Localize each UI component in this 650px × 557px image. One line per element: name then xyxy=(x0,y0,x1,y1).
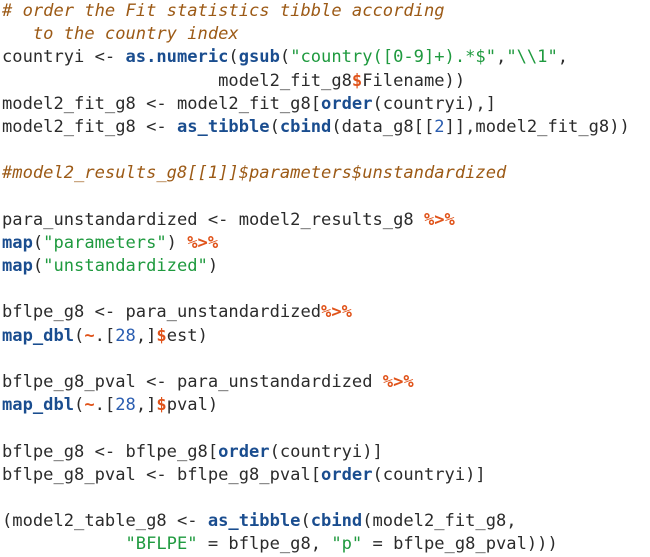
code-line[interactable]: map("unstandardized") xyxy=(0,255,650,278)
code-line[interactable]: map_dbl(~.[28,]$est) xyxy=(0,325,650,348)
code-token-string: "parameters" xyxy=(43,232,167,253)
code-line[interactable]: (model2_table_g8 <- as_tibble(cbind(mode… xyxy=(0,510,650,533)
code-token-func: order xyxy=(218,441,270,462)
code-token-func: as_tibble xyxy=(207,511,301,532)
code-token-plain: ) xyxy=(166,232,188,253)
code-line[interactable]: bflpe_g8_pval <- bflpe_g8_pval[order(cou… xyxy=(0,464,650,487)
code-token-plain: , xyxy=(496,47,507,68)
code-token-plain: , xyxy=(557,47,569,68)
code-token-op: $ xyxy=(351,70,363,91)
code-token-func: cbind xyxy=(279,116,332,137)
code-line[interactable] xyxy=(0,487,650,510)
code-token-op: %>% xyxy=(382,372,414,392)
code-line[interactable] xyxy=(0,417,650,440)
code-token-func: map xyxy=(2,232,33,253)
code-token-number: 28 xyxy=(115,325,136,346)
code-line[interactable]: model2_fit_g8 <- as_tibble(cbind(data_g8… xyxy=(0,116,650,139)
code-token-plain: bflpe_g8 <- bflpe_g8[ xyxy=(2,441,219,462)
code-token-op: ~ xyxy=(84,395,95,416)
code-token-plain: (countryi)] xyxy=(372,464,486,485)
code-token-string: "\\1" xyxy=(506,47,558,68)
code-token-string: "BFLPE" xyxy=(125,534,198,555)
code-token-plain: model2_fit_g8 <- model2_fit_g8[ xyxy=(2,93,322,114)
code-token-plain: ( xyxy=(32,256,44,277)
code-token-op: $ xyxy=(156,325,167,346)
code-token-op: %>% xyxy=(321,302,352,323)
code-token-plain: ( xyxy=(269,116,280,137)
code-token-plain: ( xyxy=(74,325,85,346)
code-token-func: map xyxy=(2,256,33,277)
code-token-string: "country([0-9]+).*$" xyxy=(290,47,497,68)
code-token-number: 28 xyxy=(115,395,136,416)
code-token-plain: ,] xyxy=(135,325,157,346)
code-token-comment: # order the Fit statistics tibble accord… xyxy=(2,1,445,21)
code-line[interactable]: bflpe_g8 <- bflpe_g8[order(countryi)] xyxy=(0,441,650,464)
code-token-plain: model2_fit_g8 xyxy=(2,70,352,91)
code-line[interactable]: bflpe_g8_pval <- para_unstandardized %>% xyxy=(0,371,650,394)
code-token-plain: bflpe_g8_pval <- para_unstandardized xyxy=(2,372,383,392)
code-token-func: gsub xyxy=(238,47,280,68)
code-token-plain: (model2_fit_g8, xyxy=(362,511,517,532)
code-token-plain: pval) xyxy=(166,395,219,416)
code-token-plain: (data_g8[[ xyxy=(331,116,435,137)
code-token-plain: (model2_table_g8 <- xyxy=(2,511,208,532)
code-token-comment: to the country index xyxy=(2,24,239,45)
code-line[interactable]: map_dbl(~.[28,]$pval) xyxy=(0,394,650,417)
code-line[interactable]: model2_fit_g8 <- model2_fit_g8[order(cou… xyxy=(0,93,650,116)
code-token-op: %>% xyxy=(187,232,219,253)
code-token-plain: ( xyxy=(279,47,291,68)
code-line[interactable] xyxy=(0,348,650,371)
code-token-plain: ) xyxy=(207,256,219,277)
code-line[interactable]: #model2_results_g8[[1]]$parameters$unsta… xyxy=(0,162,650,185)
code-token-string: "p" xyxy=(331,534,363,555)
code-token-plain: ( xyxy=(32,232,44,253)
code-token-op: $ xyxy=(156,395,167,416)
code-token-func: map_dbl xyxy=(2,395,75,416)
code-token-plain: (countryi)] xyxy=(269,441,383,462)
code-token-func: map_dbl xyxy=(2,325,75,346)
code-token-plain: .[ xyxy=(94,395,116,416)
code-token-plain: model2_fit_g8 <- xyxy=(2,116,177,137)
code-token-plain: ]],model2_fit_g8)) xyxy=(444,116,630,137)
code-token-plain: .[ xyxy=(94,325,116,346)
code-token-plain: countryi <- xyxy=(2,47,126,68)
code-token-plain: ( xyxy=(300,511,311,532)
code-line[interactable] xyxy=(0,139,650,162)
code-token-plain: ,] xyxy=(135,395,157,416)
code-line[interactable]: bflpe_g8 <- para_unstandardized%>% xyxy=(0,301,650,324)
code-token-op: %>% xyxy=(423,209,455,230)
code-token-plain: est) xyxy=(166,325,208,346)
code-token-plain: bflpe_g8_pval <- bflpe_g8_pval[ xyxy=(2,464,322,485)
code-line[interactable] xyxy=(0,186,650,209)
code-token-plain: ( xyxy=(228,47,239,68)
code-line[interactable] xyxy=(0,278,650,301)
code-token-comment: #model2_results_g8[[1]]$parameters$unsta… xyxy=(2,163,507,184)
code-token-string: "unstandardized" xyxy=(43,256,208,277)
code-listing[interactable]: # order the Fit statistics tibble accord… xyxy=(0,0,650,554)
code-token-plain: = bflpe_g8, xyxy=(197,534,332,555)
code-token-func: cbind xyxy=(310,511,363,532)
code-token-func: as_tibble xyxy=(176,116,270,137)
code-token-plain: = bflpe_g8_pval))) xyxy=(362,534,558,555)
code-token-func: order xyxy=(321,464,373,485)
code-line[interactable]: model2_fit_g8$Filename)) xyxy=(0,70,650,93)
code-token-number: 2 xyxy=(434,116,445,137)
code-token-plain: (countryi),] xyxy=(372,93,497,114)
code-line[interactable]: map("parameters") %>% xyxy=(0,232,650,255)
code-token-func: order xyxy=(321,93,373,114)
code-line[interactable]: to the country index xyxy=(0,23,650,46)
code-token-plain: ( xyxy=(74,395,85,416)
code-token-plain: bflpe_g8 <- para_unstandardized xyxy=(2,302,322,323)
code-line[interactable]: # order the Fit statistics tibble accord… xyxy=(0,0,650,23)
code-token-plain: para_unstandardized <- model2_results_g8 xyxy=(2,209,424,230)
code-token-op: ~ xyxy=(84,325,95,346)
code-token-func: as.numeric xyxy=(125,47,229,68)
code-line[interactable]: para_unstandardized <- model2_results_g8… xyxy=(0,209,650,232)
code-token-plain: Filename)) xyxy=(362,70,466,91)
code-line[interactable]: countryi <- as.numeric(gsub("country([0-… xyxy=(0,46,650,69)
